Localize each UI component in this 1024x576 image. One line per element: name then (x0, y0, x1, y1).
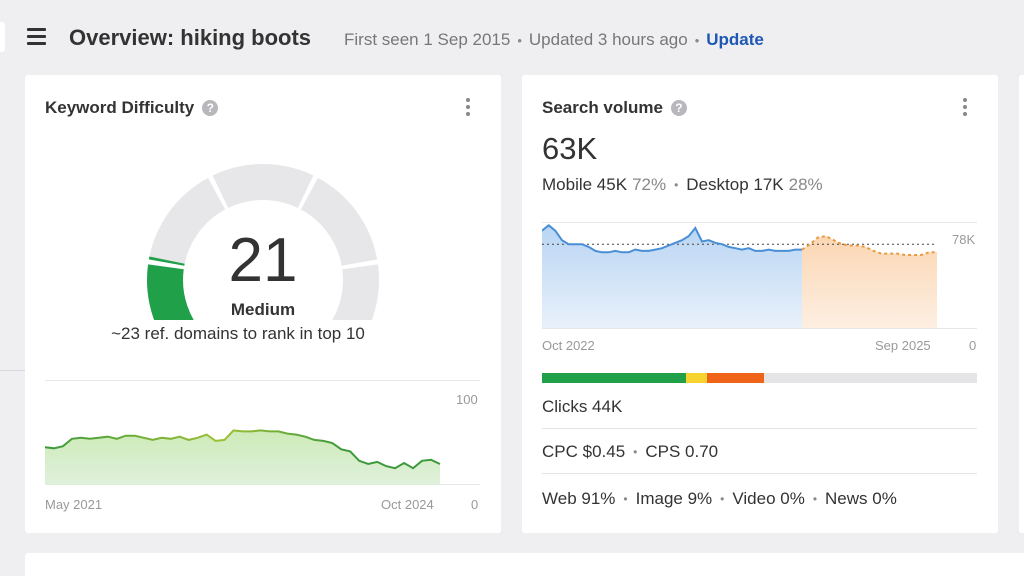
sv-axis-start: Oct 2022 (542, 338, 595, 353)
kd-level: Medium (230, 300, 296, 319)
serp-features-row: Web 91% • Image 9% • Video 0% • News 0% (542, 489, 897, 509)
separator-dot: • (674, 178, 679, 192)
left-panel-divider (0, 370, 25, 371)
menu-icon[interactable] (27, 28, 46, 45)
web-share: Web 91% (542, 489, 616, 508)
intent-segment (542, 373, 686, 383)
mobile-share: 72% (632, 175, 667, 194)
sv-title-text: Search volume (542, 98, 663, 117)
row-divider (542, 428, 977, 429)
kd-card-title: Keyword Difficulty ? (45, 98, 219, 118)
page-meta: First seen 1 Sep 2015 • Updated 3 hours … (344, 30, 764, 50)
sv-card-title: Search volume ? (542, 98, 687, 118)
kd-history-chart (45, 380, 480, 485)
page-header: Overview: hiking boots First seen 1 Sep … (0, 0, 1024, 76)
intent-distribution-bar (542, 373, 977, 383)
sv-axis-max: 78K (952, 232, 976, 247)
sv-axis-min: 0 (969, 338, 977, 353)
separator-dot: • (812, 492, 818, 506)
kd-area (45, 430, 440, 485)
clicks-value: Clicks 44K (542, 397, 623, 416)
kd-axis-start: May 2021 (45, 497, 103, 512)
sv-total: 63K (542, 131, 598, 166)
lower-card (25, 553, 1024, 576)
separator-dot: • (694, 32, 700, 48)
desktop-share: 28% (788, 175, 823, 194)
kd-title-text: Keyword Difficulty (45, 98, 195, 117)
sv-more-options-icon[interactable] (959, 96, 971, 118)
gauge-segment (212, 164, 314, 208)
first-seen-text: First seen 1 Sep 2015 (344, 30, 511, 49)
keyword-difficulty-card: Keyword Difficulty ? 21 Medium ~23 ref. … (25, 75, 501, 533)
mobile-volume: Mobile 45K (542, 175, 628, 194)
sv-device-breakdown: Mobile 45K 72% • Desktop 17K 28% (542, 175, 823, 195)
kd-axis-max: 100 (456, 392, 478, 407)
sv-trend-chart (542, 222, 977, 329)
sv-axis-end: Sep 2025 (875, 338, 931, 353)
separator-dot: • (720, 492, 725, 506)
separator-dot: • (623, 492, 628, 506)
separator-dot: • (633, 445, 638, 459)
image-share: Image 9% (635, 489, 713, 508)
help-icon[interactable]: ? (202, 100, 219, 116)
help-icon[interactable]: ? (670, 100, 687, 116)
updated-text: Updated 3 hours ago (528, 30, 688, 49)
next-card-edge (1019, 75, 1024, 533)
kd-score: 21 (228, 226, 298, 295)
page-title: Overview: hiking boots (69, 25, 312, 50)
update-link[interactable]: Update (706, 30, 764, 50)
video-share: Video 0% (732, 489, 805, 508)
cps-value: CPS 0.70 (645, 442, 719, 461)
cpc-row: CPC $0.45 • CPS 0.70 (542, 442, 718, 462)
kd-more-options-icon[interactable] (462, 96, 474, 118)
separator-dot: • (517, 32, 522, 48)
kd-axis-min: 0 (471, 497, 479, 512)
news-share: News 0% (825, 489, 897, 508)
intent-segment (707, 373, 764, 383)
search-volume-card: Search volume ? 63K Mobile 45K 72% • Des… (522, 75, 998, 533)
cpc-value: CPC $0.45 (542, 442, 626, 461)
intent-segment (685, 373, 708, 383)
desktop-volume: Desktop 17K (686, 175, 784, 194)
clicks-row: Clicks 44K (542, 397, 622, 417)
sv-history-area (542, 225, 802, 328)
kd-ref-domains-note: ~23 ref. domains to rank in top 10 (111, 324, 365, 343)
row-divider (542, 473, 977, 474)
kd-axis-end: Oct 2024 (381, 497, 434, 512)
